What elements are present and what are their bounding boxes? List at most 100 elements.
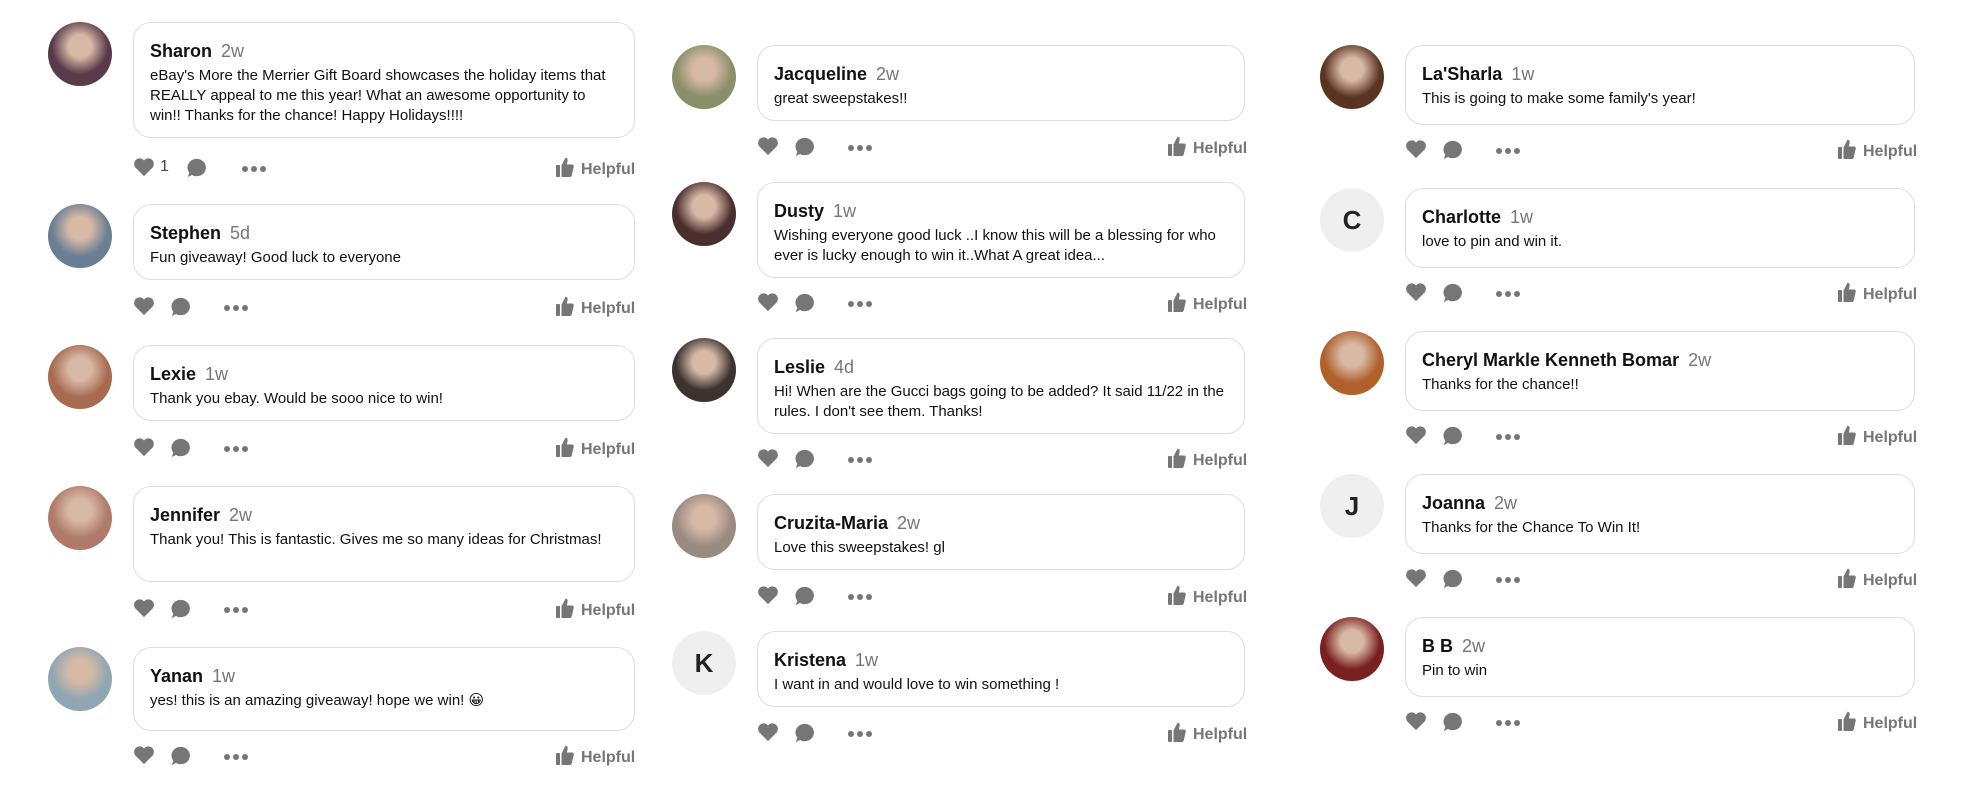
avatar[interactable] <box>48 22 112 86</box>
avatar[interactable]: J <box>1320 474 1384 538</box>
like-button[interactable] <box>757 292 779 312</box>
more-options-button[interactable] <box>847 593 873 601</box>
author-name[interactable]: B B <box>1422 636 1453 656</box>
like-button[interactable] <box>757 448 779 468</box>
reply-button[interactable] <box>794 448 816 470</box>
reply-button[interactable] <box>794 292 816 314</box>
like-button[interactable] <box>1405 425 1427 445</box>
author-name[interactable]: Cruzita-Maria <box>774 513 888 533</box>
more-options-button[interactable] <box>847 456 873 464</box>
avatar[interactable] <box>672 182 736 246</box>
like-button[interactable] <box>757 136 779 156</box>
comment-text: I want in and would love to win somethin… <box>774 676 1060 693</box>
helpful-button[interactable]: Helpful <box>1838 139 1917 164</box>
comment-header: Dusty 1w <box>774 201 1228 223</box>
more-options-button[interactable] <box>847 144 873 152</box>
like-button[interactable] <box>757 585 779 605</box>
author-name[interactable]: Lexie <box>150 364 196 384</box>
avatar[interactable] <box>48 345 112 409</box>
avatar[interactable]: C <box>1320 188 1384 252</box>
more-options-button[interactable] <box>223 753 249 761</box>
more-options-button[interactable] <box>847 730 873 738</box>
author-name[interactable]: Jacqueline <box>774 64 867 84</box>
reply-button[interactable] <box>170 598 192 620</box>
more-options-button[interactable] <box>847 300 873 308</box>
avatar[interactable] <box>672 338 736 402</box>
author-name[interactable]: Cheryl Markle Kenneth Bomar <box>1422 350 1679 370</box>
reply-button[interactable] <box>186 157 208 179</box>
reply-button[interactable] <box>170 745 192 767</box>
reply-button[interactable] <box>794 136 816 158</box>
avatar[interactable]: K <box>672 631 736 695</box>
helpful-button[interactable]: Helpful <box>556 437 635 462</box>
like-button[interactable] <box>1405 568 1427 588</box>
more-options-button[interactable] <box>223 445 249 453</box>
like-button[interactable] <box>1405 282 1427 302</box>
avatar[interactable] <box>672 494 736 558</box>
like-button[interactable]: 1 <box>133 157 169 177</box>
like-button[interactable] <box>133 598 155 618</box>
speech-bubble-icon <box>794 448 816 470</box>
reply-button[interactable] <box>1442 139 1464 161</box>
helpful-button[interactable]: Helpful <box>1838 282 1917 307</box>
author-name[interactable]: Yanan <box>150 666 203 686</box>
more-options-button[interactable] <box>241 165 267 173</box>
reply-button[interactable] <box>794 585 816 607</box>
more-options-button[interactable] <box>223 606 249 614</box>
author-name[interactable]: Sharon <box>150 41 212 61</box>
like-button[interactable] <box>133 296 155 316</box>
helpful-button[interactable]: Helpful <box>1168 136 1247 161</box>
like-button[interactable] <box>1405 139 1427 159</box>
avatar[interactable] <box>48 204 112 268</box>
helpful-button[interactable]: Helpful <box>1838 711 1917 736</box>
author-name[interactable]: Stephen <box>150 223 221 243</box>
heart-icon <box>1405 425 1427 445</box>
thumbs-up-icon <box>556 598 574 623</box>
helpful-button[interactable]: Helpful <box>1838 568 1917 593</box>
reply-button[interactable] <box>170 437 192 459</box>
helpful-button[interactable]: Helpful <box>556 745 635 770</box>
helpful-button[interactable]: Helpful <box>556 598 635 623</box>
helpful-button[interactable]: Helpful <box>1168 292 1247 317</box>
like-count: 1 <box>160 158 169 175</box>
like-button[interactable] <box>757 722 779 742</box>
like-button[interactable] <box>1405 711 1427 731</box>
reply-button[interactable] <box>1442 282 1464 304</box>
author-name[interactable]: Charlotte <box>1422 207 1501 227</box>
avatar[interactable] <box>48 486 112 550</box>
reply-button[interactable] <box>170 296 192 318</box>
like-button[interactable] <box>133 437 155 457</box>
helpful-button[interactable]: Helpful <box>556 157 635 182</box>
comment-text: great sweepstakes!! <box>774 90 908 107</box>
more-options-button[interactable] <box>223 304 249 312</box>
helpful-button[interactable]: Helpful <box>1838 425 1917 450</box>
helpful-button[interactable]: Helpful <box>1168 448 1247 473</box>
more-options-button[interactable] <box>1495 147 1521 155</box>
more-options-button[interactable] <box>1495 719 1521 727</box>
comment-actions: Helpful <box>1405 139 1928 163</box>
speech-bubble-icon <box>1442 282 1464 304</box>
helpful-button[interactable]: Helpful <box>556 296 635 321</box>
avatar[interactable] <box>1320 617 1384 681</box>
avatar[interactable] <box>1320 331 1384 395</box>
like-button[interactable] <box>133 745 155 765</box>
reply-button[interactable] <box>794 722 816 744</box>
helpful-button[interactable]: Helpful <box>1168 722 1247 747</box>
reply-button[interactable] <box>1442 425 1464 447</box>
avatar[interactable] <box>1320 45 1384 109</box>
helpful-button[interactable]: Helpful <box>1168 585 1247 610</box>
author-name[interactable]: La'Sharla <box>1422 64 1502 84</box>
author-name[interactable]: Kristena <box>774 650 846 670</box>
avatar[interactable] <box>48 647 112 711</box>
more-options-button[interactable] <box>1495 433 1521 441</box>
author-name[interactable]: Joanna <box>1422 493 1485 513</box>
author-name[interactable]: Leslie <box>774 357 825 377</box>
avatar[interactable] <box>672 45 736 109</box>
more-options-button[interactable] <box>1495 576 1521 584</box>
reply-button[interactable] <box>1442 568 1464 590</box>
reply-button[interactable] <box>1442 711 1464 733</box>
author-name[interactable]: Dusty <box>774 201 824 221</box>
author-name[interactable]: Jennifer <box>150 505 220 525</box>
more-options-button[interactable] <box>1495 290 1521 298</box>
comment-actions: Helpful <box>133 598 646 622</box>
